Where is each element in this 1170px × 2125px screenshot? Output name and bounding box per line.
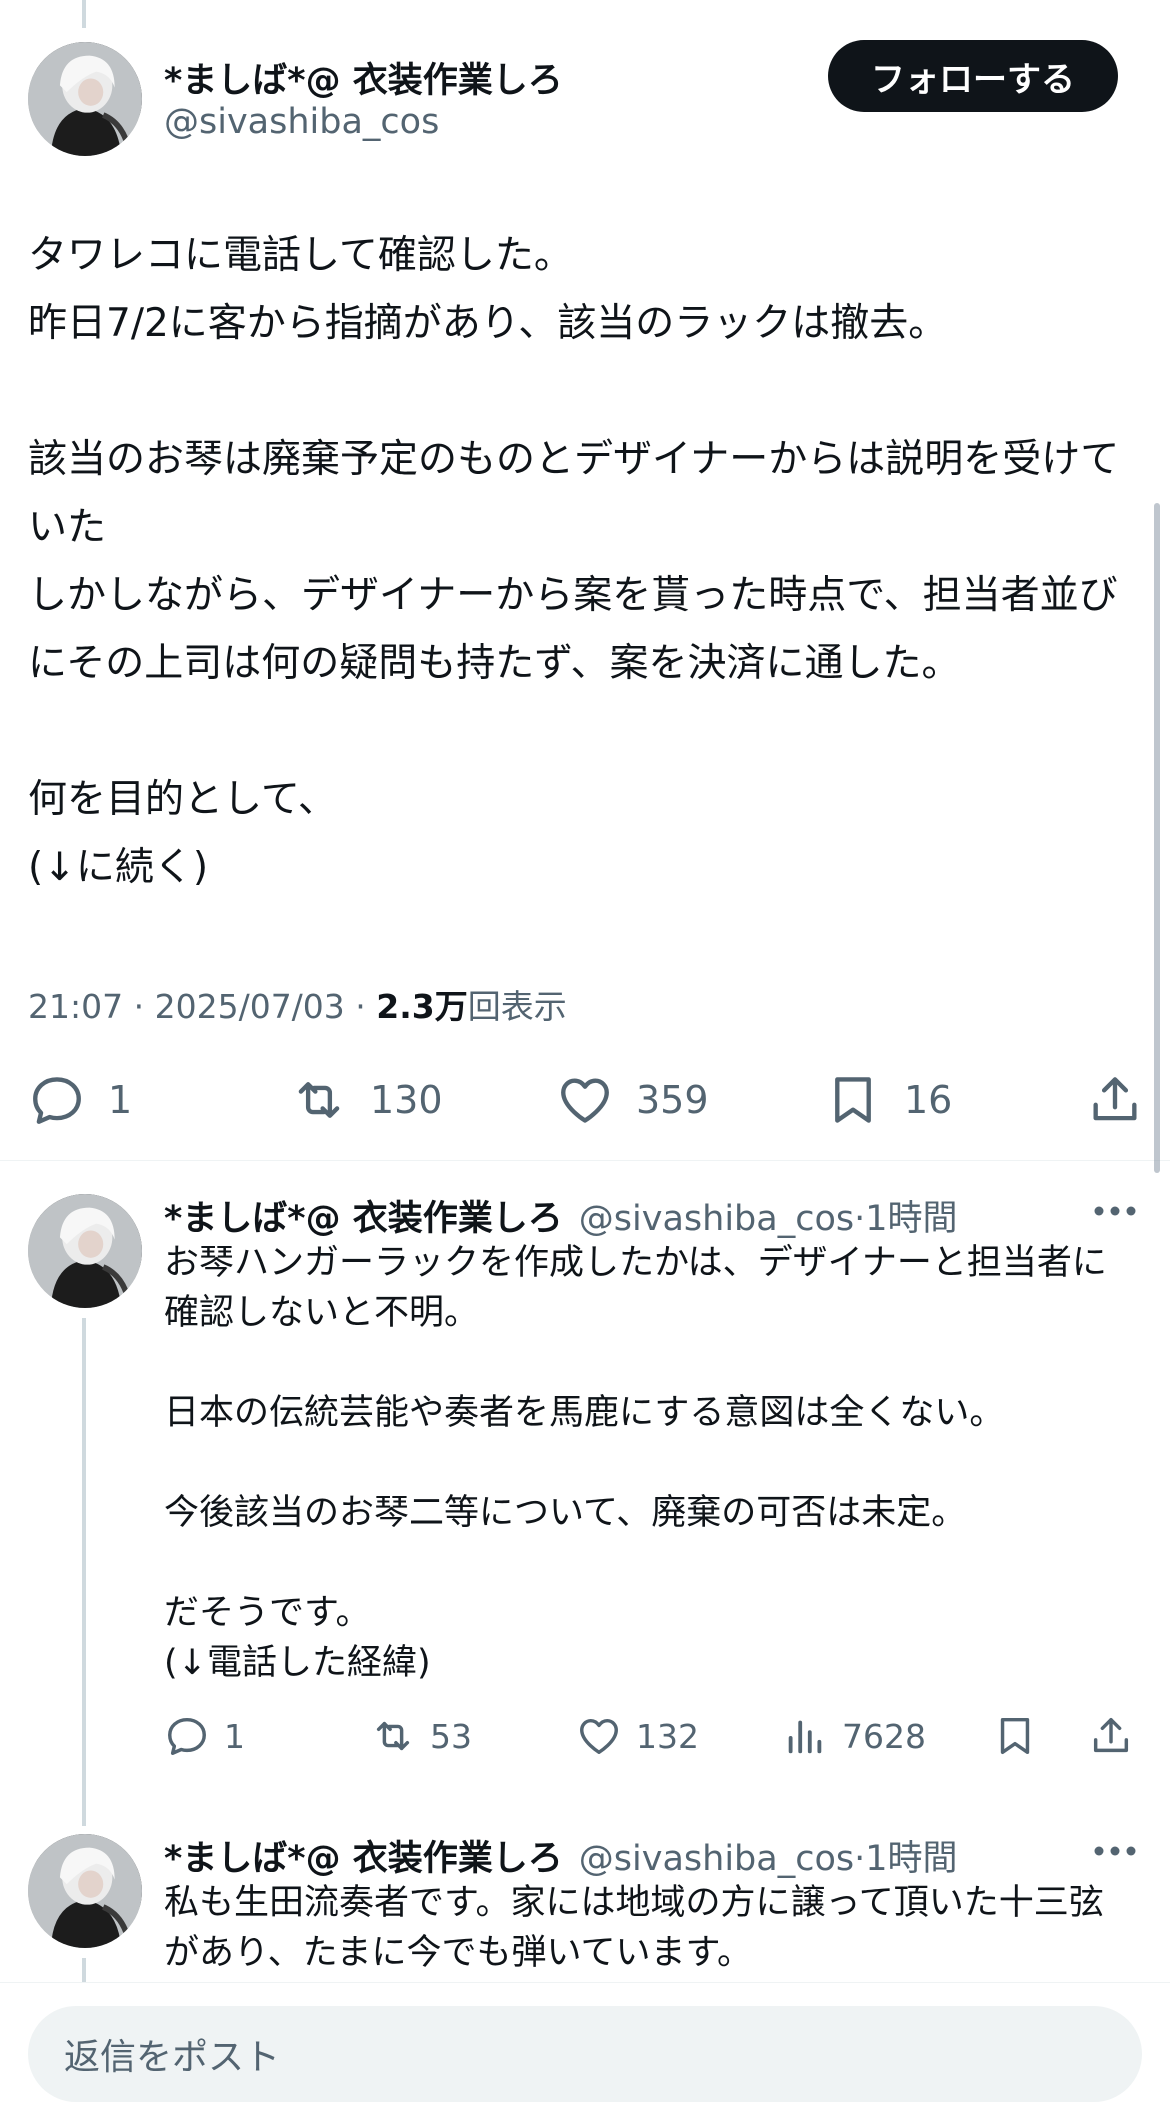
reply-button[interactable]: 1 <box>164 1706 245 1766</box>
bookmark-button[interactable] <box>992 1706 1038 1766</box>
thread-line <box>82 1958 86 1982</box>
thread-line <box>82 1770 86 1826</box>
share-icon <box>1093 1077 1137 1121</box>
scrollbar[interactable] <box>1154 503 1160 1173</box>
more-icon[interactable] <box>1092 1204 1138 1218</box>
views-count: 7628 <box>842 1716 926 1756</box>
reply-icon <box>168 1717 206 1755</box>
reply-count: 1 <box>224 1716 245 1756</box>
tweet-actions: 1 130 359 16 <box>28 1060 1144 1140</box>
reply-button[interactable]: 1 <box>28 1060 132 1140</box>
author-handle[interactable]: @sivashiba_cos <box>164 102 439 142</box>
bookmark-icon <box>1000 1717 1030 1755</box>
follow-button[interactable]: フォローする <box>828 40 1118 112</box>
meta-separator: · <box>123 987 155 1026</box>
avatar[interactable] <box>28 1194 142 1308</box>
tweet-time[interactable]: 21:07 <box>28 987 123 1026</box>
thread-line <box>82 1318 86 1824</box>
views-icon <box>788 1720 822 1754</box>
author-name[interactable]: *ましば*@ 衣装作業しろ <box>164 1190 563 1241</box>
views-count[interactable]: 2.3万 <box>376 987 467 1026</box>
like-icon <box>561 1078 609 1123</box>
repost-count: 53 <box>430 1716 472 1756</box>
avatar-image <box>28 42 142 156</box>
share-button[interactable] <box>1088 1706 1134 1766</box>
more-icon[interactable] <box>1092 1844 1138 1858</box>
tweet-meta: 21:07 · 2025/07/03 · 2.3万回表示 <box>28 980 567 1028</box>
like-icon <box>580 1718 618 1755</box>
reply-text: お琴ハンガーラックを作成したかは、デザイナーと担当者に確認しないと不明。 日本の… <box>164 1243 1107 1683</box>
like-button[interactable]: 132 <box>576 1706 699 1766</box>
avatar-image <box>28 1834 142 1948</box>
views-label: 回表示 <box>467 987 567 1026</box>
author-name[interactable]: *ましば*@ 衣装作業しろ <box>164 1830 563 1881</box>
repost-icon <box>376 1721 410 1751</box>
repost-button[interactable]: 53 <box>370 1706 472 1766</box>
author-name[interactable]: *ましば*@ 衣装作業しろ <box>164 52 563 103</box>
reply-time[interactable]: ·1時間 <box>854 1190 957 1241</box>
divider <box>0 1160 1170 1161</box>
reply-count: 1 <box>108 1078 133 1122</box>
repost-icon <box>298 1082 340 1118</box>
tweet-text: タワレコに電話して確認した。 昨日7/2に客から指摘があり、該当のラックは撤去。… <box>28 233 1120 890</box>
bookmark-button[interactable]: 16 <box>824 1060 952 1140</box>
share-icon <box>1093 1717 1129 1753</box>
reply-time[interactable]: ·1時間 <box>854 1830 957 1881</box>
reply-text: 私も生田流奏者です。家には地域の方に譲って頂いた十三弦があり、たまに今でも弾いて… <box>164 1883 1104 1973</box>
author-handle[interactable]: @sivashiba_cos <box>579 1839 854 1879</box>
author-handle[interactable]: @sivashiba_cos <box>579 1199 854 1239</box>
reply-header: *ましば*@ 衣装作業しろ @sivashiba_cos ·1時間 <box>164 1830 958 1881</box>
reply-icon <box>33 1077 81 1124</box>
bookmark-count: 16 <box>904 1078 953 1122</box>
reply-actions: 1 53 132 7628 <box>164 1706 1144 1766</box>
bookmark-icon <box>835 1077 871 1123</box>
thread-line-top <box>82 0 86 28</box>
like-count: 359 <box>636 1078 709 1122</box>
repost-button[interactable]: 130 <box>290 1060 443 1140</box>
views-button[interactable]: 7628 <box>782 1706 926 1766</box>
share-button[interactable] <box>1086 1060 1144 1140</box>
reply-input[interactable]: 返信をポスト <box>28 2006 1142 2102</box>
avatar[interactable] <box>28 42 142 156</box>
avatar[interactable] <box>28 1834 142 1948</box>
avatar-image <box>28 1194 142 1308</box>
repost-count: 130 <box>370 1078 443 1122</box>
reply-header: *ましば*@ 衣装作業しろ @sivashiba_cos ·1時間 <box>164 1190 958 1241</box>
like-count: 132 <box>636 1716 699 1756</box>
tweet-date[interactable]: 2025/07/03 <box>155 987 345 1026</box>
like-button[interactable]: 359 <box>556 1060 709 1140</box>
meta-separator: · <box>344 987 377 1026</box>
